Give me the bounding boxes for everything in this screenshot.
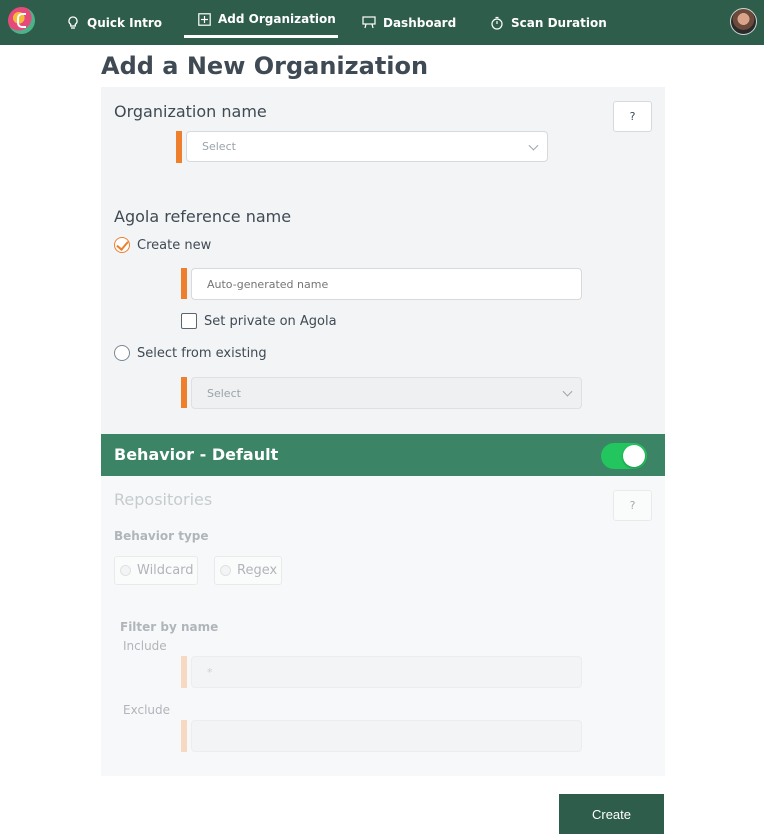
organization-select[interactable]: Select: [186, 131, 548, 162]
toggle-knob: [623, 445, 645, 467]
organization-select-placeholder: Select: [202, 140, 236, 153]
nav-label: Dashboard: [383, 15, 457, 30]
required-marker: [181, 377, 187, 408]
checkmark-icon[interactable]: [114, 237, 130, 253]
top-navigation: Quick Intro Add Organization Dashboard S…: [0, 0, 764, 45]
set-private-checkbox[interactable]: Set private on Agola: [181, 313, 337, 329]
exclude-input[interactable]: [191, 720, 582, 752]
create-button[interactable]: Create: [559, 794, 664, 834]
wildcard-label: Wildcard: [137, 563, 194, 578]
create-new-label: Create new: [137, 237, 212, 253]
stopwatch-icon: [490, 16, 504, 30]
agola-name-input[interactable]: [191, 268, 582, 300]
radio-icon: [220, 565, 231, 576]
behavior-card: Repositories ? Behavior type Wildcard Re…: [101, 476, 665, 776]
app-logo-icon[interactable]: [8, 7, 35, 34]
presentation-icon: [362, 16, 376, 30]
include-input[interactable]: *: [191, 656, 582, 688]
user-avatar[interactable]: [730, 8, 757, 35]
wildcard-option[interactable]: Wildcard: [114, 556, 198, 585]
checkbox-icon[interactable]: [181, 313, 197, 329]
select-existing-label: Select from existing: [137, 345, 267, 361]
radio-icon[interactable]: [114, 345, 130, 361]
select-existing-radio[interactable]: Select from existing: [114, 345, 267, 361]
existing-select-placeholder: Select: [207, 386, 241, 400]
nav-dashboard[interactable]: Dashboard: [362, 0, 456, 45]
required-marker: [181, 268, 187, 299]
plus-square-icon: [197, 12, 211, 26]
nav-quick-intro[interactable]: Quick Intro: [66, 0, 162, 45]
behavior-title: Behavior - Default: [114, 445, 279, 464]
required-marker: [181, 656, 187, 688]
page-title: Add a New Organization: [101, 52, 429, 80]
agola-reference-label: Agola reference name: [114, 207, 292, 226]
regex-option[interactable]: Regex: [214, 556, 282, 585]
nav-scan-duration[interactable]: Scan Duration: [490, 0, 607, 45]
regex-label: Regex: [237, 563, 278, 578]
filter-by-name-label: Filter by name: [120, 620, 219, 634]
chevron-down-icon: [528, 140, 539, 151]
radio-icon: [120, 565, 131, 576]
nav-add-organization[interactable]: Add Organization: [184, 0, 338, 38]
required-marker: [181, 720, 187, 752]
behavior-toggle[interactable]: [601, 443, 647, 469]
behavior-header: Behavior - Default: [101, 434, 665, 476]
set-private-label: Set private on Agola: [204, 313, 337, 329]
exclude-label: Exclude: [123, 703, 171, 717]
include-label: Include: [123, 639, 167, 653]
repositories-help-button[interactable]: ?: [613, 490, 652, 521]
behavior-type-label: Behavior type: [114, 529, 209, 543]
create-new-radio[interactable]: Create new: [114, 237, 211, 253]
required-marker: [176, 131, 182, 163]
chevron-down-icon: [562, 386, 573, 397]
include-value: *: [207, 665, 213, 679]
organization-help-button[interactable]: ?: [613, 101, 652, 132]
organization-name-label: Organization name: [114, 102, 267, 121]
agola-name-field[interactable]: [207, 277, 581, 291]
organization-card: Organization name ? Select Agola referen…: [101, 87, 665, 434]
repositories-label: Repositories: [114, 490, 213, 509]
nav-label: Add Organization: [218, 12, 336, 26]
nav-label: Quick Intro: [87, 15, 163, 30]
nav-label: Scan Duration: [511, 15, 607, 30]
lightbulb-icon: [66, 15, 80, 30]
existing-agola-select[interactable]: Select: [191, 377, 582, 409]
